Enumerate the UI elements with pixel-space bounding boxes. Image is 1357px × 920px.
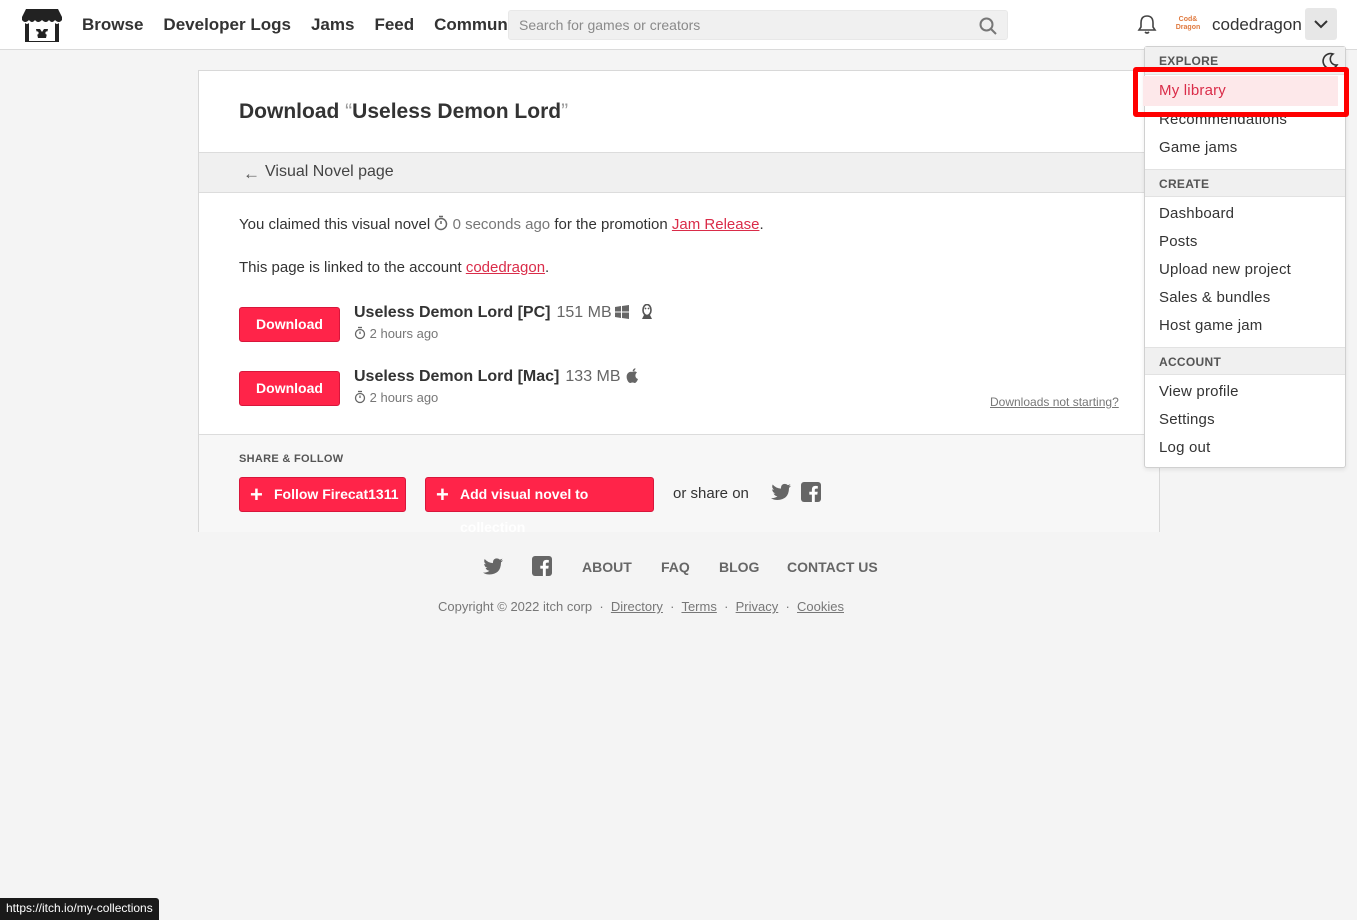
linux-icon xyxy=(642,304,652,319)
arrow-left-icon: ← xyxy=(243,164,260,183)
claim-time: 0 seconds ago xyxy=(452,216,551,233)
user-menu-button[interactable] xyxy=(1305,8,1337,40)
menu-posts[interactable]: Posts xyxy=(1159,233,1198,250)
nav-developer-logs[interactable]: Developer Logs xyxy=(163,15,291,35)
upload-name-pc: Useless Demon Lord [PC] 151 MB xyxy=(354,304,612,322)
footer-directory-link[interactable]: Directory xyxy=(611,599,663,614)
annotation-highlight-box xyxy=(1133,67,1349,117)
claim-suffix: . xyxy=(759,216,764,233)
footer-privacy-link[interactable]: Privacy xyxy=(736,599,779,614)
twitter-icon[interactable] xyxy=(771,483,791,501)
linked-text: This page is linked to the account xyxy=(239,259,462,276)
follow-button-label: Follow Firecat1311 xyxy=(274,486,399,502)
claim-text: You claimed this visual novel xyxy=(239,216,431,233)
page-title: Download “Useless Demon Lord” xyxy=(239,100,568,124)
upload-title: Useless Demon Lord [Mac] xyxy=(354,368,560,385)
menu-dashboard[interactable]: Dashboard xyxy=(1159,205,1234,222)
site-header: Browse Developer Logs Jams Feed Communit… xyxy=(0,0,1357,50)
stopwatch-icon xyxy=(435,215,448,231)
claim-info: You claimed this visual novel 0 seconds … xyxy=(239,215,764,233)
menu-log-out[interactable]: Log out xyxy=(1159,439,1210,456)
twitter-icon[interactable] xyxy=(483,558,503,575)
stopwatch-icon xyxy=(354,390,366,404)
downloads-not-starting-link[interactable]: Downloads not starting? xyxy=(990,395,1119,409)
back-link-bar: ← Visual Novel page xyxy=(199,152,1159,193)
nav-browse[interactable]: Browse xyxy=(82,15,143,35)
footer-about-link[interactable]: ABOUT xyxy=(582,559,632,575)
back-to-game-link[interactable]: Visual Novel page xyxy=(265,163,394,181)
menu-upload-new-project[interactable]: Upload new project xyxy=(1159,261,1291,278)
facebook-icon[interactable] xyxy=(532,556,552,576)
upload-time-pc: 2 hours ago xyxy=(354,326,438,341)
footer-contact-link[interactable]: CONTACT US xyxy=(787,559,878,575)
plus-icon: + xyxy=(436,482,449,507)
footer-terms-link[interactable]: Terms xyxy=(681,599,716,614)
promotion-link[interactable]: Jam Release xyxy=(672,216,760,233)
explore-label: EXPLORE xyxy=(1159,54,1219,68)
download-button-mac[interactable]: Download xyxy=(239,371,340,406)
upload-time: 2 hours ago xyxy=(369,326,439,341)
nav-feed[interactable]: Feed xyxy=(374,15,414,35)
linked-suffix: . xyxy=(545,259,550,276)
apple-icon xyxy=(626,368,638,383)
status-bar-url: https://itch.io/my-collections xyxy=(0,898,159,920)
upload-time: 2 hours ago xyxy=(369,390,439,405)
claim-middle-text: for the promotion xyxy=(554,216,668,233)
linked-account-link[interactable]: codedragon xyxy=(466,259,545,276)
footer-faq-link[interactable]: FAQ xyxy=(661,559,690,575)
stopwatch-icon xyxy=(354,326,366,340)
search-box xyxy=(508,10,1008,40)
menu-game-jams[interactable]: Game jams xyxy=(1159,139,1238,156)
upload-title: Useless Demon Lord [PC] xyxy=(354,304,551,321)
create-section-header: CREATE xyxy=(1145,169,1345,197)
footer-copyright: Copyright © 2022 itch corp · Directory ·… xyxy=(438,599,844,614)
windows-icon xyxy=(615,305,629,319)
linked-account-info: This page is linked to the account coded… xyxy=(239,259,549,276)
upload-time-mac: 2 hours ago xyxy=(354,390,438,405)
account-label: ACCOUNT xyxy=(1159,355,1222,369)
menu-host-game-jam[interactable]: Host game jam xyxy=(1159,317,1262,334)
follow-button[interactable]: + Follow Firecat1311 xyxy=(239,477,406,512)
create-label: CREATE xyxy=(1159,177,1210,191)
or-share-text: or share on xyxy=(673,485,749,502)
title-close-quote: ” xyxy=(561,100,569,123)
menu-settings[interactable]: Settings xyxy=(1159,411,1215,428)
copyright-text: Copyright © 2022 itch corp xyxy=(438,599,593,614)
upload-name-mac: Useless Demon Lord [Mac] 133 MB xyxy=(354,368,621,386)
username[interactable]: codedragon xyxy=(1212,15,1302,35)
facebook-icon[interactable] xyxy=(801,482,821,502)
download-card: Download “Useless Demon Lord” ← Visual N… xyxy=(198,70,1160,535)
chevron-down-icon xyxy=(1314,20,1328,29)
menu-view-profile[interactable]: View profile xyxy=(1159,383,1239,400)
download-button-pc[interactable]: Download xyxy=(239,307,340,342)
search-icon[interactable] xyxy=(979,17,997,35)
upload-size: 151 MB xyxy=(556,304,612,321)
add-to-collection-button[interactable]: + Add visual novel to collection xyxy=(425,477,654,535)
footer-blog-link[interactable]: BLOG xyxy=(719,559,759,575)
avatar[interactable]: Cod& Dragon xyxy=(1175,12,1201,38)
notification-bell-icon[interactable] xyxy=(1136,13,1158,35)
title-game-name: Useless Demon Lord xyxy=(352,100,562,123)
menu-sales-bundles[interactable]: Sales & bundles xyxy=(1159,289,1270,306)
collection-button-label: Add visual novel to collection xyxy=(460,486,589,535)
share-heading: SHARE & FOLLOW xyxy=(239,453,344,465)
itch-logo-icon[interactable] xyxy=(22,7,62,43)
title-prefix: Download xyxy=(239,100,346,123)
share-follow-section: SHARE & FOLLOW + Follow Firecat1311 + Ad… xyxy=(199,434,1159,535)
account-section-header: ACCOUNT xyxy=(1145,347,1345,375)
search-input[interactable] xyxy=(509,11,959,39)
nav-jams[interactable]: Jams xyxy=(311,15,354,35)
upload-size: 133 MB xyxy=(565,368,621,385)
footer-cookies-link[interactable]: Cookies xyxy=(797,599,844,614)
plus-icon: + xyxy=(250,482,263,507)
main-nav: Browse Developer Logs Jams Feed Communit… xyxy=(82,0,548,50)
